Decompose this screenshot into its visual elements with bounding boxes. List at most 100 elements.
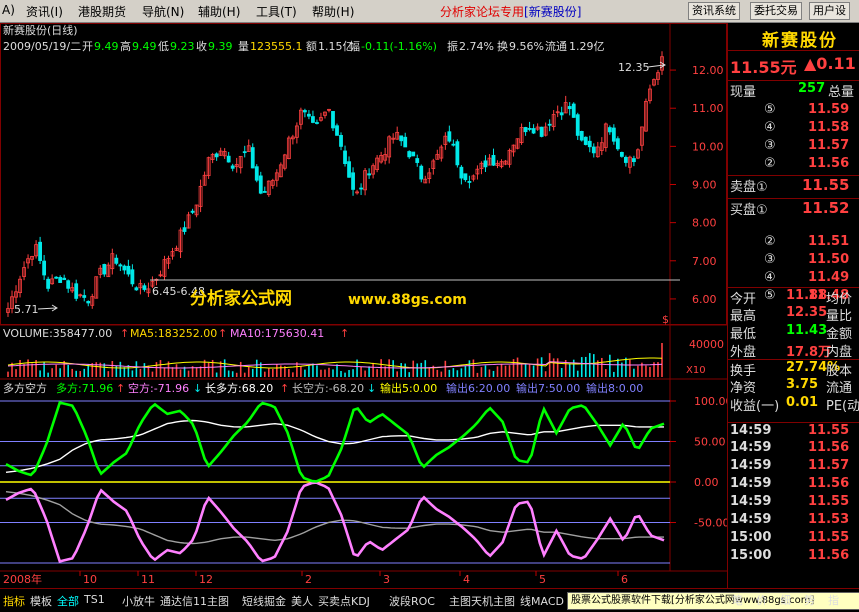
view-tab[interactable]: 细 <box>780 592 791 608</box>
ask-row: ⑤ 11.59 <box>728 102 859 120</box>
ad-banner[interactable]: 股票公式股票软件下载[分析家公式网www.88gs.com] <box>567 592 859 610</box>
candle-body <box>539 126 544 137</box>
header-high-label: 高 <box>120 39 131 53</box>
header-vol-label: 量 <box>238 40 249 53</box>
stat-label: 外盘 <box>730 345 757 360</box>
header-open: 9.49 <box>94 40 119 53</box>
candle-body <box>62 277 67 281</box>
candle-body <box>38 241 43 261</box>
tick-price: 11.56 <box>808 440 850 455</box>
header-high: 9.49 <box>132 40 157 53</box>
candle-body <box>335 125 339 136</box>
candle-body <box>571 103 576 118</box>
header-turnover-label: 换 <box>497 39 508 53</box>
x-axis-month: 2 <box>305 573 312 586</box>
menu-item-assist[interactable]: 辅助(H) <box>198 3 240 20</box>
candle-body <box>58 277 63 283</box>
stat-right-label: 量比 <box>826 309 853 324</box>
volume-arrow-3: ↑ <box>340 327 349 340</box>
candle-body <box>451 143 456 146</box>
osc-arrow-2: ↓ <box>193 382 202 395</box>
x-axis-month: 3 <box>383 573 390 586</box>
candle-body <box>126 265 131 275</box>
candle-body <box>214 153 219 158</box>
candle-body <box>419 165 424 180</box>
indicator-tab[interactable]: TS1 <box>84 593 105 606</box>
trade-button[interactable]: 委托交易 <box>750 2 802 20</box>
menu-item-system[interactable]: A) <box>2 3 15 17</box>
info-system-button[interactable]: 资讯系统 <box>688 2 740 20</box>
indicator-tab[interactable]: 波段ROC <box>389 593 435 609</box>
candle-body <box>190 210 195 213</box>
tick-time: 14:59 <box>730 423 772 438</box>
candle-body <box>134 287 139 291</box>
view-tab[interactable]: 势 <box>804 592 815 608</box>
volume-ma5: MA5:183252.00 <box>130 327 217 340</box>
stat-label: 最低 <box>730 327 757 342</box>
menu-item-hk[interactable]: 港股期货 <box>78 3 126 20</box>
menu-item-info[interactable]: 资讯(I) <box>26 3 63 20</box>
osc-arrow-3: ↑ <box>280 382 289 395</box>
now-vol-value: 257 <box>798 81 826 96</box>
header-change: -0.11(-1.16%) <box>361 40 437 53</box>
indicator-tab[interactable]: 指标 <box>3 593 25 609</box>
total-vol-label: 总量 <box>828 85 855 100</box>
view-tab[interactable]: 价 <box>756 592 767 608</box>
tick-row: 14:59 11.55 <box>728 422 859 441</box>
candle-body <box>611 127 616 142</box>
x-axis-month: 12 <box>199 573 213 586</box>
candle-body <box>411 151 416 157</box>
menu-item-tools[interactable]: 工具(T) <box>256 3 297 20</box>
tick-price: 11.56 <box>808 548 850 563</box>
indicator-tab[interactable]: 美人 <box>291 593 313 609</box>
high-mark-label: 12.35 <box>618 61 650 74</box>
chart-area[interactable]: 新赛股份(日线) 2009/05/19/二 开 9.49 高 9.49 低 9.… <box>0 23 727 588</box>
bid-price: 11.51 <box>808 234 850 249</box>
candle-body <box>547 123 552 126</box>
menu-item-nav[interactable]: 导航(N) <box>142 3 184 20</box>
ask1-label: 卖盘① <box>730 180 768 195</box>
view-tab[interactable]: 指 <box>828 592 839 608</box>
candle-body <box>351 172 355 190</box>
candle-body <box>258 175 263 194</box>
bid-row: ③ 11.50 <box>728 252 859 270</box>
price-tick-label: 7.00 <box>692 255 717 268</box>
candle-body <box>82 295 87 298</box>
candle-body <box>415 158 420 163</box>
header-float-label: 流通 <box>545 39 567 53</box>
header-close-label: 收 <box>196 39 207 53</box>
now-vol-label: 现量 <box>730 85 757 100</box>
user-settings-button[interactable]: 用户设 <box>809 2 850 20</box>
osc-arrow-4: ↓ <box>367 382 376 395</box>
sidebar-stock-name: 新赛股份 <box>762 31 838 51</box>
x-axis-month: 5 <box>539 573 546 586</box>
candle-body <box>579 130 584 141</box>
indicator-tab[interactable]: 短线掘金 <box>242 593 286 609</box>
volume-arrow-1: ↑ <box>120 327 129 340</box>
menu-item-help[interactable]: 帮助(H) <box>312 3 354 20</box>
indicator-tab[interactable]: 买卖点KDJ <box>318 593 370 609</box>
watermark-name: 分析家公式网 <box>190 288 292 309</box>
candle-body <box>122 265 127 271</box>
indicator-tab[interactable]: 模板 <box>30 593 52 609</box>
ask-row: ④ 11.58 <box>728 120 859 138</box>
ask-row: ③ 11.57 <box>728 138 859 156</box>
indicator-tab[interactable]: 线MACD <box>520 593 564 609</box>
tick-price: 11.55 <box>808 530 850 545</box>
candle-body <box>182 227 187 232</box>
indicator-tab[interactable]: 全部 <box>57 593 79 609</box>
ask-level: ③ <box>764 138 776 153</box>
indicator-tab[interactable]: 小放牛 <box>122 593 155 609</box>
watermark-url: www.88gs.com <box>348 292 467 308</box>
view-tab[interactable]: 笔 <box>732 592 743 608</box>
candle-body <box>230 165 235 169</box>
candle-body <box>523 127 528 133</box>
tick-price: 11.57 <box>808 458 850 473</box>
indicator-tab[interactable]: 通达信11主图 <box>160 593 229 609</box>
stat-right-label: 流通 <box>826 381 853 396</box>
indicator-tab[interactable]: 主图天机主图 <box>449 593 515 609</box>
stat-value: 0.01 <box>786 395 819 410</box>
candle-body <box>491 155 496 166</box>
candle-body <box>455 141 460 166</box>
tick-time: 14:59 <box>730 476 772 491</box>
